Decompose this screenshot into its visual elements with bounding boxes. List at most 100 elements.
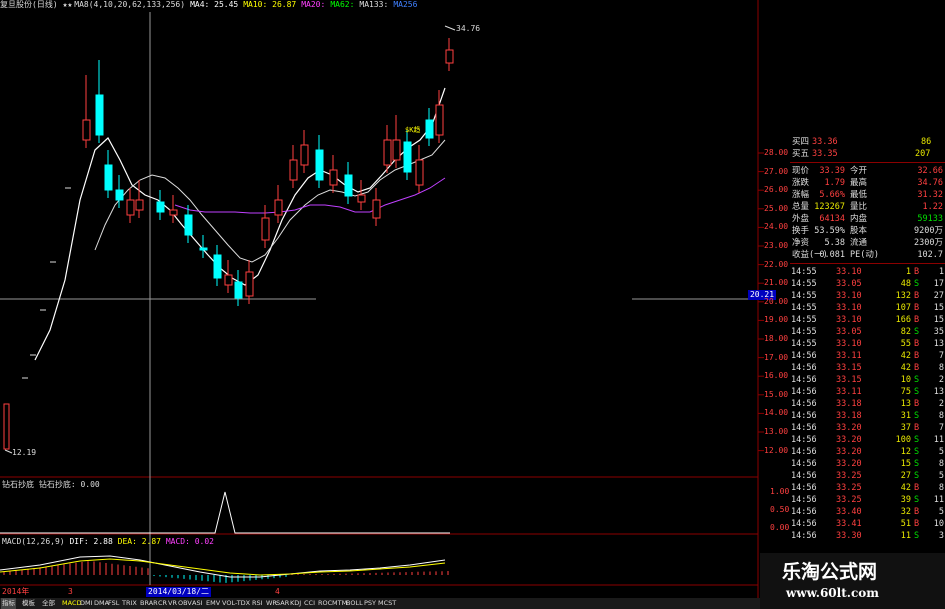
tick-row[interactable]: 14:55 33.10 55 B 13	[790, 339, 945, 349]
stat-label: 现价	[792, 166, 810, 176]
macd-title: MACD(12,26,9)	[2, 537, 65, 546]
quote-stat-row: 净资 5.38 流通 2300万	[790, 238, 945, 249]
tick-row[interactable]: 14:56 33.18 31 S 8	[790, 411, 945, 421]
price-axis-label: 27.00	[764, 166, 789, 176]
quote-stat-row: 收益(一) 0.081 PE(动) 102.7	[790, 250, 945, 261]
indicator-tab[interactable]: FSL	[107, 598, 120, 609]
indicator-tab[interactable]: 指标	[1, 598, 16, 609]
candle	[156, 201, 165, 213]
tick-price: 33.10	[836, 339, 862, 349]
price-axis-label: 20.00	[764, 296, 789, 306]
indicator-tab[interactable]: ASI	[191, 598, 204, 609]
tick-count: 8	[938, 363, 944, 373]
indicator-tab[interactable]: EMV	[205, 598, 221, 609]
tick-price: 33.11	[836, 387, 862, 397]
tick-row[interactable]: 14:55 33.10 132 B 27	[790, 291, 945, 301]
indicator-tab[interactable]: BOLL	[345, 598, 364, 609]
tick-time: 14:56	[791, 531, 817, 541]
indicator-tab[interactable]: CCI	[303, 598, 316, 609]
tick-row[interactable]: 14:56 33.11 42 B 7	[790, 351, 945, 361]
stat-label: 最低	[850, 190, 868, 200]
indicator-tab[interactable]: RSI	[251, 598, 264, 609]
tick-price: 33.10	[836, 267, 862, 277]
candle	[344, 174, 353, 197]
tick-row[interactable]: 14:56 33.20 12 S 5	[790, 447, 945, 457]
tick-row[interactable]: 14:55 33.10 107 B 15	[790, 303, 945, 313]
candle	[126, 199, 135, 216]
tick-row[interactable]: 14:56 33.11 75 S 13	[790, 387, 945, 397]
tick-count: 35	[933, 327, 944, 337]
candle	[135, 199, 144, 211]
tick-row[interactable]: 14:56 33.20 100 S 11	[790, 435, 945, 445]
stock-name[interactable]: 复旦股份(日线)	[0, 0, 58, 9]
price-axis-label: 28.00	[764, 148, 789, 157]
ma20-value: MA20:	[301, 0, 326, 9]
tick-row[interactable]: 14:55 33.10 166 B 15	[790, 315, 945, 325]
tick-row[interactable]: 14:56 33.20 37 B 7	[790, 423, 945, 433]
tick-count: 5	[938, 507, 944, 517]
tick-volume: 13	[900, 399, 911, 409]
tick-count: 13	[933, 387, 944, 397]
tick-direction: S	[914, 279, 920, 289]
indicator-tab[interactable]: PSY	[363, 598, 377, 609]
tick-price: 33.15	[836, 375, 862, 385]
tick-time: 14:56	[791, 387, 817, 397]
tick-row[interactable]: 14:56 33.25 39 S 11	[790, 495, 945, 505]
indicator-tab[interactable]: MCST	[377, 598, 397, 609]
tick-direction: B	[914, 315, 920, 325]
tick-price: 33.25	[836, 495, 862, 505]
tick-time: 14:56	[791, 459, 817, 469]
indicator-tab[interactable]: KDJ	[289, 598, 302, 609]
tick-row[interactable]: 14:56 33.41 51 B 10	[790, 519, 945, 529]
quote-stat-row: 总量 123267 量比 1.22	[790, 202, 945, 213]
tick-direction: B	[914, 519, 920, 529]
tick-time: 14:55	[791, 303, 817, 313]
tick-row[interactable]: 14:56 33.15 10 S 2	[790, 375, 945, 385]
indicator-tab[interactable]: DMI	[79, 598, 94, 609]
tick-row[interactable]: 14:56 33.30 11 S 3	[790, 531, 945, 541]
tick-price: 33.20	[836, 459, 862, 469]
tick-direction: S	[914, 447, 920, 457]
tick-row[interactable]: 14:55 33.05 48 S 17	[790, 279, 945, 289]
ma4-value: MA4: 25.45	[190, 0, 239, 9]
buy5-label: 买五	[792, 149, 810, 159]
candle	[383, 139, 392, 166]
tick-row[interactable]: 14:56 33.25 27 S 5	[790, 471, 945, 481]
tick-volume: 82	[900, 327, 911, 337]
tick-volume: 48	[900, 279, 911, 289]
tick-time: 14:55	[791, 291, 817, 301]
stat-value: 31.32	[917, 190, 943, 200]
tick-count: 8	[938, 483, 944, 493]
stat-value: 53.59%	[814, 226, 845, 236]
indicator-tab[interactable]: VOL-TDX	[221, 598, 251, 609]
tick-row[interactable]: 14:56 33.15 42 B 8	[790, 363, 945, 373]
tick-price: 33.15	[836, 363, 862, 373]
stat-value: 5.38	[824, 238, 845, 248]
ma62-value: MA62:	[330, 0, 355, 9]
indicator-tab[interactable]: TRIX	[121, 598, 138, 609]
tick-row[interactable]: 14:55 33.10 1 B 1	[790, 267, 945, 277]
tick-row[interactable]: 14:55 33.05 82 S 35	[790, 327, 945, 337]
tick-direction: B	[914, 303, 920, 313]
tick-time: 14:56	[791, 519, 817, 529]
stat-label: 涨幅	[792, 190, 810, 200]
tick-time: 14:56	[791, 471, 817, 481]
indicator-tab[interactable]: BRAR	[139, 598, 159, 609]
tick-direction: S	[914, 471, 920, 481]
tick-time: 14:56	[791, 447, 817, 457]
indicator-tab[interactable]: 模板	[21, 598, 36, 609]
tick-row[interactable]: 14:56 33.20 15 S 8	[790, 459, 945, 469]
tick-row[interactable]: 14:56 33.40 32 B 5	[790, 507, 945, 517]
tick-row[interactable]: 14:56 33.18 13 B 2	[790, 399, 945, 409]
indicator-tab[interactable]: 全部	[41, 598, 56, 609]
stat-label: 量比	[850, 202, 868, 212]
tick-price: 33.20	[836, 447, 862, 457]
price-axis-label: 18.00	[764, 334, 789, 343]
tick-count: 13	[933, 339, 944, 349]
stat-value: 102.7	[917, 250, 943, 260]
buy5-price: 33.35	[812, 149, 838, 159]
candle	[392, 139, 401, 161]
tick-volume: 100	[895, 435, 911, 445]
indicator-tab[interactable]: SAR	[275, 598, 290, 609]
tick-row[interactable]: 14:56 33.25 42 B 8	[790, 483, 945, 493]
